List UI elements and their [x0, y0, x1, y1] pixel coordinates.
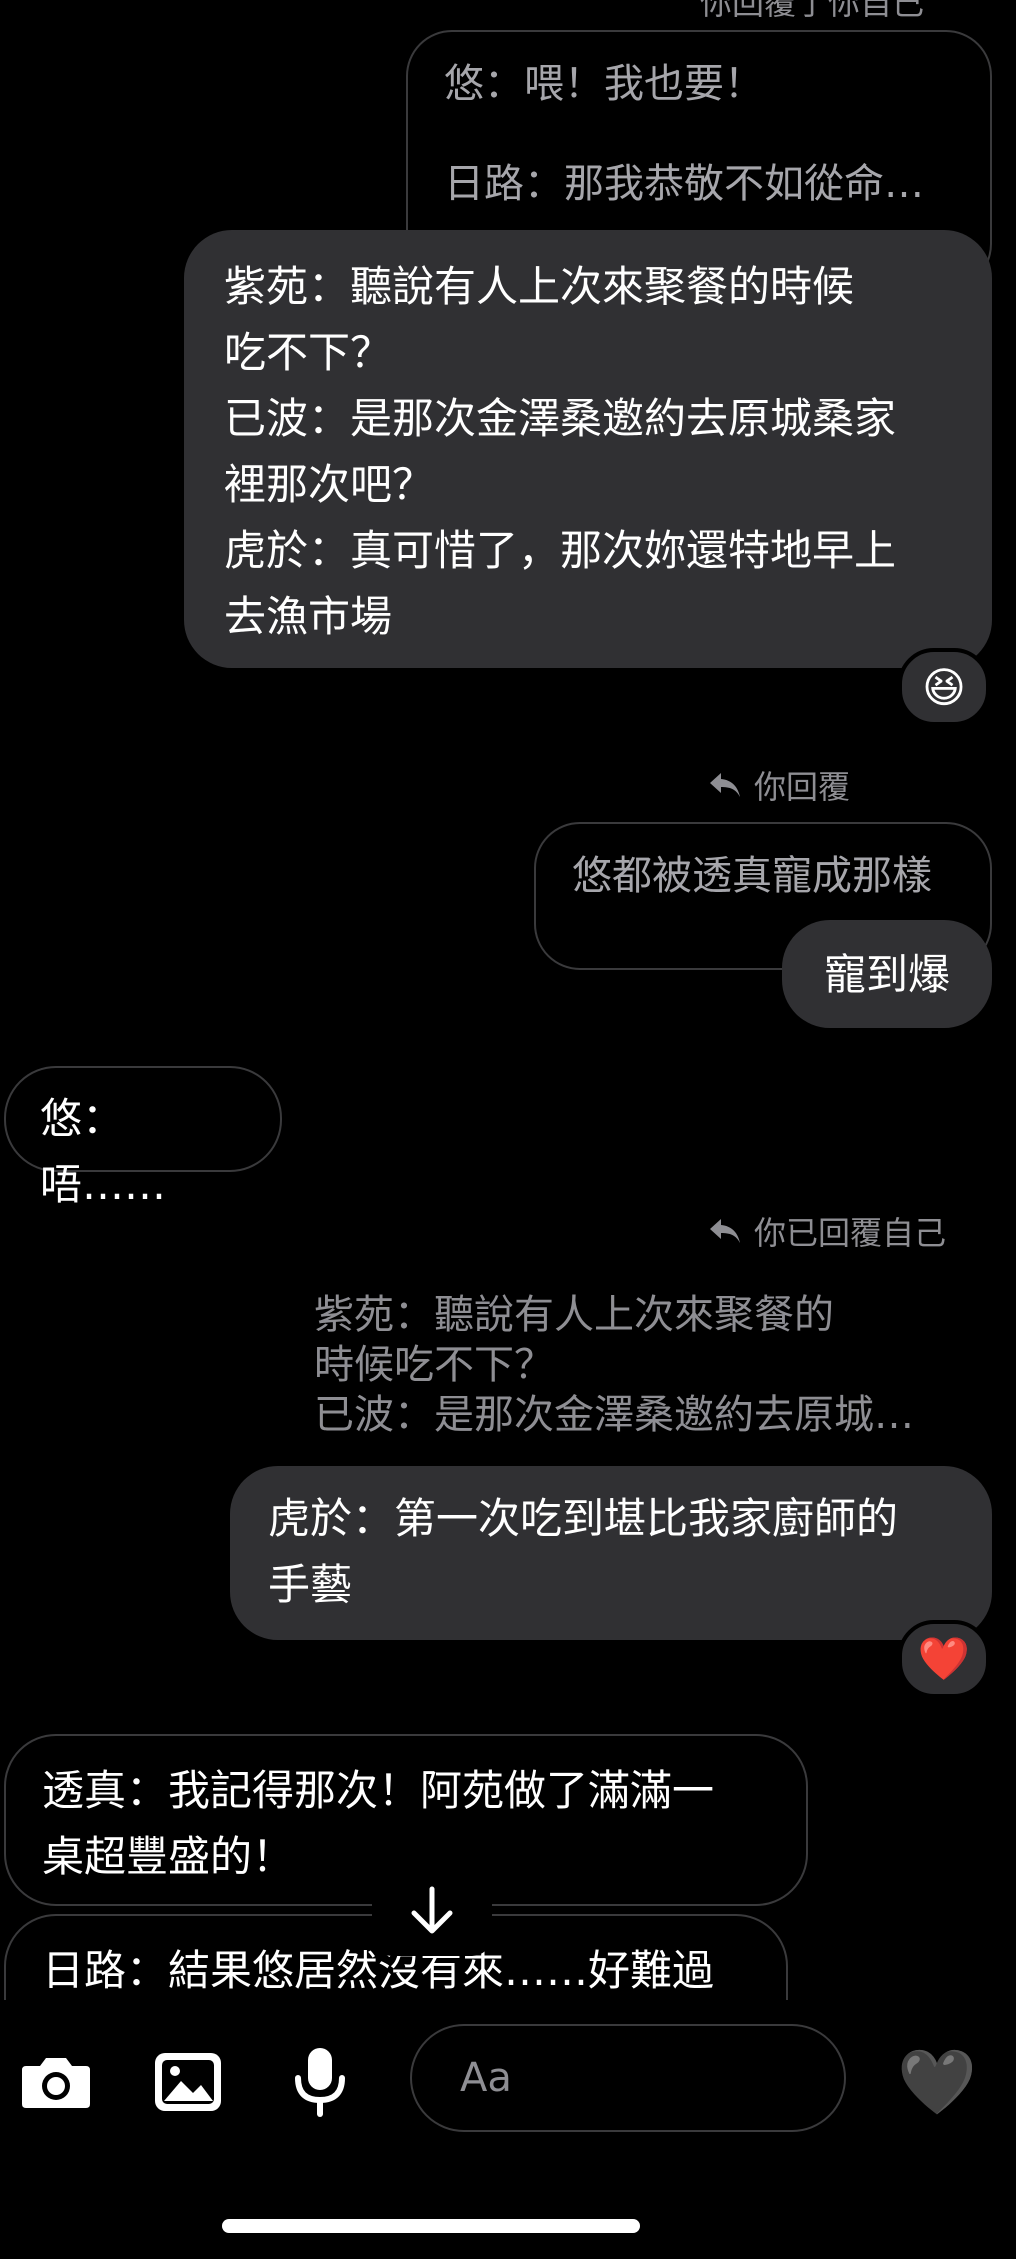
quoted-line: 時候吃不下？ [314, 1342, 554, 1388]
reply-header-text: 你已回覆自己 [754, 1214, 947, 1252]
message-line: 悠：唔…… [40, 1094, 167, 1209]
message-line: 裡那次吧？ [224, 460, 435, 509]
reply-header: 你回覆 [708, 762, 850, 808]
message-line: 去漁市場 [224, 592, 393, 641]
message-line: 虎於：真可惜了，那次妳還特地早上 [224, 526, 897, 575]
quoted-message-3[interactable]: 紫苑：聽說有人上次來聚餐的 時候吃不下？ 已波：是那次金澤桑邀約去原城… [314, 1290, 954, 1440]
reply-header: 你已回覆自己 [708, 1208, 946, 1254]
message-line: 手藝 [268, 1560, 353, 1609]
reply-arrow-icon [710, 1219, 740, 1243]
arrow-down-icon [411, 1886, 453, 1934]
reply-header-cut: 你回覆了你自己 [700, 0, 924, 24]
message-line: 已波：是那次金澤桑邀約去原城桑家 [224, 394, 897, 443]
home-indicator [222, 2219, 640, 2233]
microphone-button[interactable] [278, 2040, 362, 2124]
reaction-emoji: 😆 [922, 662, 966, 712]
camera-button[interactable] [14, 2040, 98, 2124]
scroll-down-button[interactable] [372, 1866, 492, 1956]
message-line: 吃不下？ [224, 328, 393, 377]
message-bubble-own[interactable]: 虎於：第一次吃到堪比我家廚師的 手藝 [230, 1466, 992, 1640]
message-line: 透真：我記得那次！阿苑做了滿滿一 [42, 1766, 715, 1815]
quoted-line: 悠：喂！我也要！ [444, 61, 764, 107]
reply-header-text: 你回覆 [754, 768, 851, 806]
gallery-icon [155, 2053, 221, 2111]
message-bubble-own[interactable]: 寵到爆 [782, 920, 992, 1028]
message-line: 紫苑：聽說有人上次來聚餐的時候 [224, 262, 855, 311]
quoted-line: 悠都被透真寵成那樣 [572, 853, 932, 899]
quoted-line: 已波：是那次金澤桑邀約去原城… [314, 1392, 914, 1438]
message-bubble-incoming[interactable]: 悠：唔…… [4, 1066, 282, 1209]
black-heart-icon: 🖤 [897, 2045, 977, 2120]
message-bubble-own[interactable]: 紫苑：聽說有人上次來聚餐的時候 吃不下？ 已波：是那次金澤桑邀約去原城桑家 裡那… [184, 230, 992, 668]
message-line: 日路：結果悠居然沒有來……好難過 [42, 1946, 715, 1995]
gallery-button[interactable] [146, 2040, 230, 2124]
microphone-icon [295, 2048, 345, 2117]
message-line: 寵到爆 [823, 950, 950, 999]
message-input[interactable] [458, 2054, 961, 2102]
quoted-line: 日路：那我恭敬不如從命… [444, 161, 924, 207]
reaction-laugh[interactable]: 😆 [898, 648, 990, 726]
message-composer[interactable] [410, 2024, 961, 2132]
message-clip: 日路：結果悠居然沒有來……好難過 [0, 1900, 1016, 2000]
message-line: 虎於：第一次吃到堪比我家廚師的 [268, 1494, 899, 1543]
like-button[interactable]: 🖤 [892, 2040, 982, 2124]
camera-icon [22, 2058, 90, 2108]
reply-header-cut-text: 你回覆了你自己 [700, 0, 925, 22]
reaction-heart[interactable]: ❤️ [898, 1620, 990, 1698]
quoted-line: 紫苑：聽說有人上次來聚餐的 [314, 1292, 834, 1338]
reply-arrow-icon [710, 773, 740, 797]
reaction-emoji: ❤️ [917, 1634, 971, 1683]
